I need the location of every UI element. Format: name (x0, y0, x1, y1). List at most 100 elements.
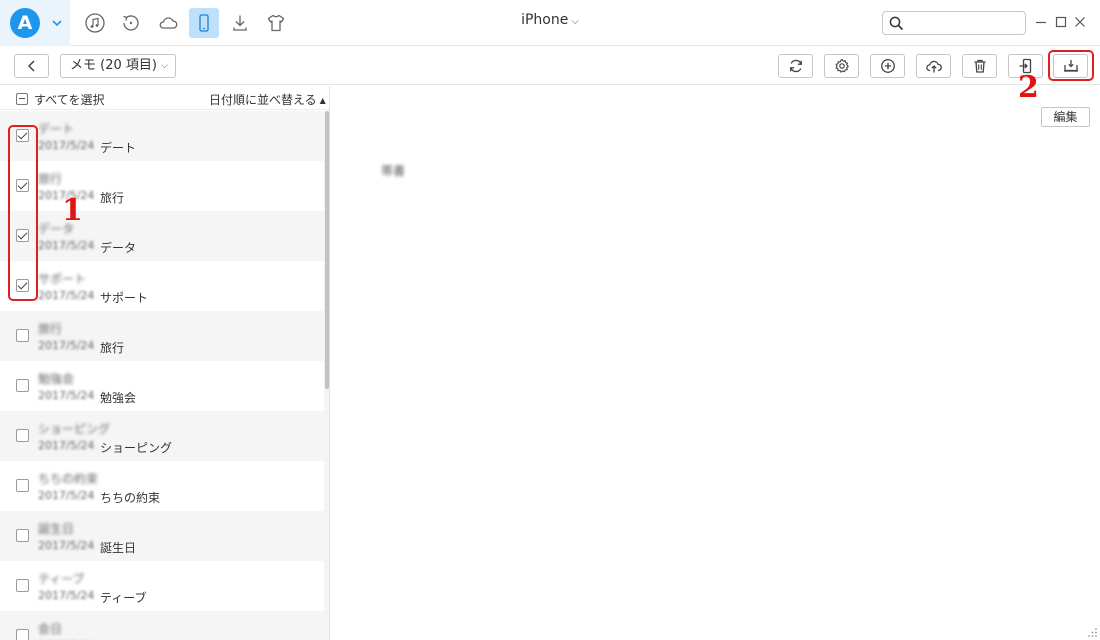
note-preview: ショーピング (100, 441, 173, 455)
note-date: 2017/5/24 (38, 389, 95, 402)
list-item[interactable]: ショーピング 2017/5/24 ショーピング (0, 411, 324, 461)
note-preview: データ (100, 241, 137, 255)
edit-button[interactable]: 編集 (1041, 107, 1090, 127)
chevron-down-icon[interactable] (52, 18, 62, 28)
note-body: 帯書 (381, 164, 406, 178)
title-bar: A iPhone ⌵ (0, 0, 1100, 46)
note-preview: ティーブ (100, 591, 147, 605)
maximize-button[interactable] (1054, 14, 1068, 30)
annotation-highlight-box (8, 125, 38, 301)
note-date: 2017/5/24 (38, 539, 95, 552)
note-title: 会日 (38, 622, 63, 636)
list-item[interactable]: 会日2017/5/24会日 (0, 611, 324, 640)
upload-button[interactable] (916, 54, 951, 78)
list-header: すべてを選択 日付順に並べ替える ▲ (0, 86, 329, 110)
close-button[interactable] (1073, 14, 1087, 30)
pane-divider (329, 86, 330, 640)
note-title: 旅行 (38, 172, 63, 186)
add-icon (880, 59, 895, 73)
annotation-highlight-box (1048, 50, 1094, 81)
search-icon (889, 16, 904, 31)
sort-arrow-icon: ▲ (319, 96, 326, 105)
chevron-left-icon (27, 60, 35, 72)
sort-by-date-button[interactable]: 日付順に並べ替える ▲ (209, 91, 326, 108)
note-preview: サポート (100, 291, 149, 305)
search-box[interactable] (882, 11, 1026, 35)
back-button[interactable] (14, 54, 49, 78)
select-all-label[interactable]: すべてを選択 (34, 91, 104, 108)
device-name: iPhone (521, 12, 569, 28)
list-item[interactable]: デート 2017/5/24 デート (0, 111, 324, 161)
device-selector[interactable]: iPhone ⌵ (500, 12, 600, 28)
cloud-icon[interactable] (153, 8, 183, 38)
list-item[interactable]: ちちの約束 2017/5/24 ちちの約束 (0, 461, 324, 511)
note-date: 2017/5/24 (38, 589, 95, 602)
item-checkbox[interactable] (16, 379, 29, 392)
note-title: デート (38, 122, 75, 136)
close-icon (1075, 17, 1085, 27)
note-title: 勉強会 (38, 372, 75, 386)
search-input[interactable] (909, 14, 1021, 32)
app-menu[interactable]: A (0, 0, 70, 46)
note-date: 2017/5/24 (38, 139, 95, 152)
refresh-icon (789, 59, 802, 73)
item-checkbox[interactable] (16, 429, 29, 442)
item-checkbox[interactable] (16, 479, 29, 492)
note-preview: 旅行 (100, 341, 125, 355)
minimize-icon (1036, 21, 1046, 24)
annotation-number-1: 1 (62, 193, 83, 228)
note-date: 2017/5/24 (38, 289, 95, 302)
note-title: 誕生日 (38, 522, 75, 536)
list-item[interactable]: 旅行 2017/5/24 旅行 (0, 161, 324, 211)
select-all-checkbox[interactable] (16, 93, 28, 105)
note-date: 2017/5/24 (38, 489, 95, 502)
note-preview: ちちの約束 (100, 491, 161, 505)
list-item[interactable]: ティーブ 2017/5/24 ティーブ (0, 561, 324, 611)
minimize-button[interactable] (1034, 14, 1048, 30)
chevron-down-icon: ⌵ (161, 61, 168, 71)
delete-button[interactable] (962, 54, 997, 78)
item-checkbox[interactable] (16, 629, 29, 640)
history-icon[interactable] (116, 8, 146, 38)
note-title: 旅行 (38, 322, 63, 336)
item-checkbox[interactable] (16, 529, 29, 542)
app-window: A iPhone ⌵ メモ (20 項目) ⌵ 2 すべてを選択 日付順に並べ替… (0, 0, 1100, 640)
notes-list: デート 2017/5/24 デート 旅行 2017/5/24 旅行 データ 2017/5/24… (0, 111, 324, 640)
annotation-number-2: 2 (1018, 70, 1039, 105)
chevron-down-icon: ⌵ (571, 16, 579, 27)
note-date: 2017/5/24 (38, 339, 95, 352)
phone-icon[interactable] (189, 8, 219, 38)
tshirt-icon[interactable] (261, 8, 291, 38)
upload-icon (925, 60, 942, 73)
toolbar: メモ (20 項目) ⌵ (0, 47, 1100, 85)
list-item[interactable]: サポート 2017/5/24 サポート (0, 261, 324, 311)
settings-icon (834, 58, 849, 73)
app-logo[interactable]: A (10, 8, 40, 38)
music-icon[interactable] (80, 8, 110, 38)
note-title: サポート (38, 272, 87, 286)
item-checkbox[interactable] (16, 579, 29, 592)
note-preview: 旅行 (100, 191, 125, 205)
sort-label: 日付順に並べ替える (209, 93, 317, 107)
note-title: ティーブ (38, 572, 85, 586)
download-icon[interactable] (225, 8, 255, 38)
refresh-button[interactable] (778, 54, 813, 78)
list-item[interactable]: 誕生日 2017/5/24 誕生日 (0, 511, 324, 561)
resize-grip-icon[interactable] (1086, 626, 1098, 638)
note-preview: 誕生日 (100, 541, 137, 555)
trash-icon (974, 59, 985, 73)
note-title: ちちの約束 (38, 472, 99, 486)
note-preview: デート (100, 141, 137, 155)
note-date: 2017/5/24 (38, 239, 95, 252)
note-title: ショーピング (38, 422, 111, 436)
settings-button[interactable] (824, 54, 859, 78)
add-button[interactable] (870, 54, 905, 78)
note-preview: 勉強会 (100, 391, 137, 405)
list-item[interactable]: 旅行 2017/5/24 旅行 (0, 311, 324, 361)
category-dropdown[interactable]: メモ (20 項目) ⌵ (60, 54, 176, 78)
note-date: 2017/5/24 (38, 439, 95, 452)
item-checkbox[interactable] (16, 329, 29, 342)
list-item[interactable]: データ 2017/5/24 データ (0, 211, 324, 261)
list-item[interactable]: 勉強会 2017/5/24 勉強会 (0, 361, 324, 411)
maximize-icon (1055, 16, 1067, 28)
